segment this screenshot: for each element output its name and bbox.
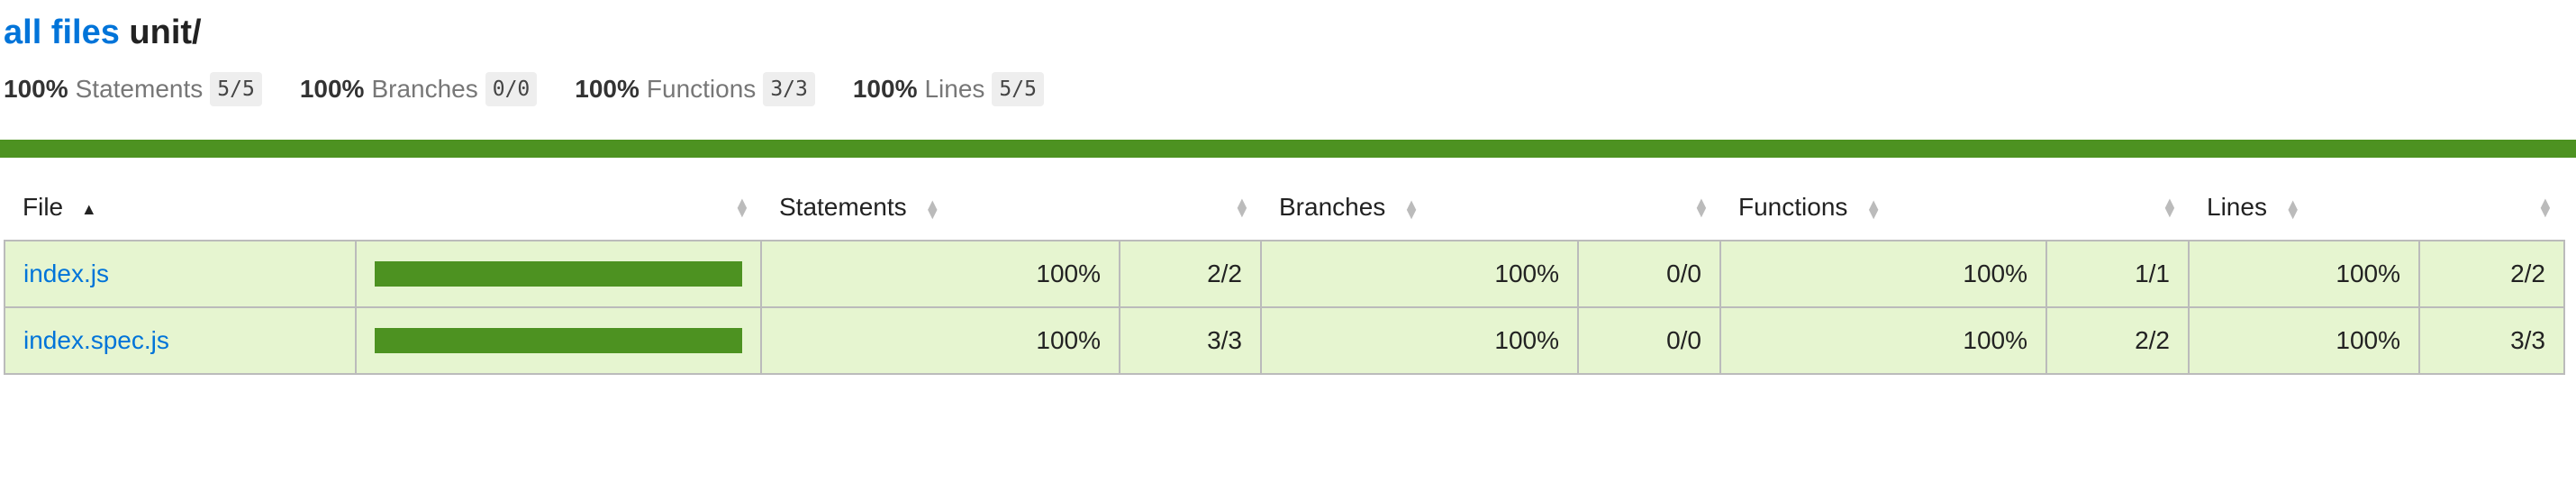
coverage-bar: [375, 261, 742, 287]
coverage-report: all files unit/ 100% Statements 5/5 100%…: [0, 0, 2576, 501]
summary-pct: 100%: [852, 75, 918, 103]
table-row: index.spec.js 100% 3/3 100% 0/0 100% 2/2…: [4, 306, 2565, 375]
column-header-functions[interactable]: Functions ▲ ▼: [1720, 175, 2046, 241]
lines-pct: 100%: [2188, 306, 2420, 375]
summary-pct: 100%: [575, 75, 639, 103]
column-header-file-bar[interactable]: ▲ ▼: [356, 175, 761, 241]
statements-pct: 100%: [760, 306, 1120, 375]
sort-icon: ▲ ▼: [2162, 194, 2178, 221]
functions-fraction: 1/1: [2045, 240, 2190, 308]
coverage-bar-fill: [375, 261, 742, 287]
file-link[interactable]: index.js: [23, 260, 109, 287]
summary-label: Lines: [924, 75, 985, 103]
summary-statements: 100% Statements 5/5: [4, 72, 262, 106]
column-label: Functions: [1738, 193, 1848, 221]
statements-fraction: 2/2: [1119, 240, 1262, 308]
functions-pct: 100%: [1719, 240, 2047, 308]
summary-fraction: 3/3: [763, 72, 815, 106]
column-header-lines-raw[interactable]: ▲ ▼: [2419, 175, 2564, 241]
directory-name: unit/: [129, 14, 202, 51]
functions-fraction: 2/2: [2045, 306, 2190, 375]
lines-pct: 100%: [2188, 240, 2420, 308]
table-header-row: File ▲ ▲ ▼ Statements ▲ ▼ ▲ ▼ Branches ▲ ▼: [5, 175, 2564, 241]
table-row: index.js 100% 2/2 100% 0/0 100% 1/1 100%…: [4, 240, 2565, 308]
sort-icon: ▲ ▼: [924, 195, 941, 223]
sort-icon: ▲ ▼: [2284, 195, 2301, 223]
coverage-bar-cell: [355, 306, 762, 375]
column-header-statements[interactable]: Statements ▲ ▼: [761, 175, 1120, 241]
summary-lines: 100% Lines 5/5: [853, 72, 1044, 106]
column-header-branches[interactable]: Branches ▲ ▼: [1261, 175, 1578, 241]
lines-fraction: 2/2: [2418, 240, 2565, 308]
sort-icon: ▲ ▼: [734, 194, 750, 221]
summary-fraction: 0/0: [485, 72, 538, 106]
sort-icon: ▲ ▼: [1403, 195, 1420, 223]
summary-label: Functions: [646, 75, 757, 103]
summary-branches: 100% Branches 0/0: [299, 72, 538, 106]
branches-pct: 100%: [1260, 306, 1579, 375]
summary-pct: 100%: [4, 75, 68, 103]
coverage-bar-fill: [375, 328, 742, 353]
column-header-functions-raw[interactable]: ▲ ▼: [2046, 175, 2189, 241]
summary-pct: 100%: [299, 75, 365, 103]
summary-label: Statements: [75, 75, 204, 103]
coverage-status-bar: [0, 140, 2576, 158]
column-header-file[interactable]: File ▲: [5, 175, 356, 241]
column-label: Branches: [1279, 193, 1386, 221]
file-cell: index.js: [4, 240, 357, 308]
column-header-statements-raw[interactable]: ▲ ▼: [1120, 175, 1261, 241]
summary-functions: 100% Functions 3/3: [575, 72, 815, 106]
lines-fraction: 3/3: [2418, 306, 2565, 375]
sort-icon: ▲ ▼: [1234, 194, 1250, 221]
branches-fraction: 0/0: [1577, 306, 1721, 375]
summary-fraction: 5/5: [210, 72, 262, 106]
branches-fraction: 0/0: [1577, 240, 1721, 308]
branches-pct: 100%: [1260, 240, 1579, 308]
statements-fraction: 3/3: [1119, 306, 1262, 375]
statements-pct: 100%: [760, 240, 1120, 308]
coverage-summary: 100% Statements 5/5 100% Branches 0/0 10…: [4, 69, 1082, 109]
sort-icon: ▲ ▼: [1693, 194, 1710, 221]
file-cell: index.spec.js: [4, 306, 357, 375]
page-title: all files unit/: [4, 7, 202, 58]
column-header-branches-raw[interactable]: ▲ ▼: [1578, 175, 1720, 241]
sort-icon: ▲ ▼: [1865, 195, 1882, 223]
sort-icon: ▲ ▼: [2537, 194, 2553, 221]
all-files-link[interactable]: all files: [4, 14, 120, 51]
file-link[interactable]: index.spec.js: [23, 326, 169, 354]
column-header-lines[interactable]: Lines ▲ ▼: [2189, 175, 2419, 241]
summary-label: Branches: [371, 75, 478, 103]
coverage-table: File ▲ ▲ ▼ Statements ▲ ▼ ▲ ▼ Branches ▲ ▼: [4, 175, 2565, 375]
coverage-bar-cell: [355, 240, 762, 308]
coverage-bar: [375, 328, 742, 353]
column-label: Statements: [779, 193, 907, 221]
column-label: File: [23, 193, 64, 221]
functions-pct: 100%: [1719, 306, 2047, 375]
sort-ascending-icon: ▲: [80, 199, 97, 218]
column-label: Lines: [2207, 193, 2267, 221]
summary-fraction: 5/5: [992, 72, 1044, 106]
